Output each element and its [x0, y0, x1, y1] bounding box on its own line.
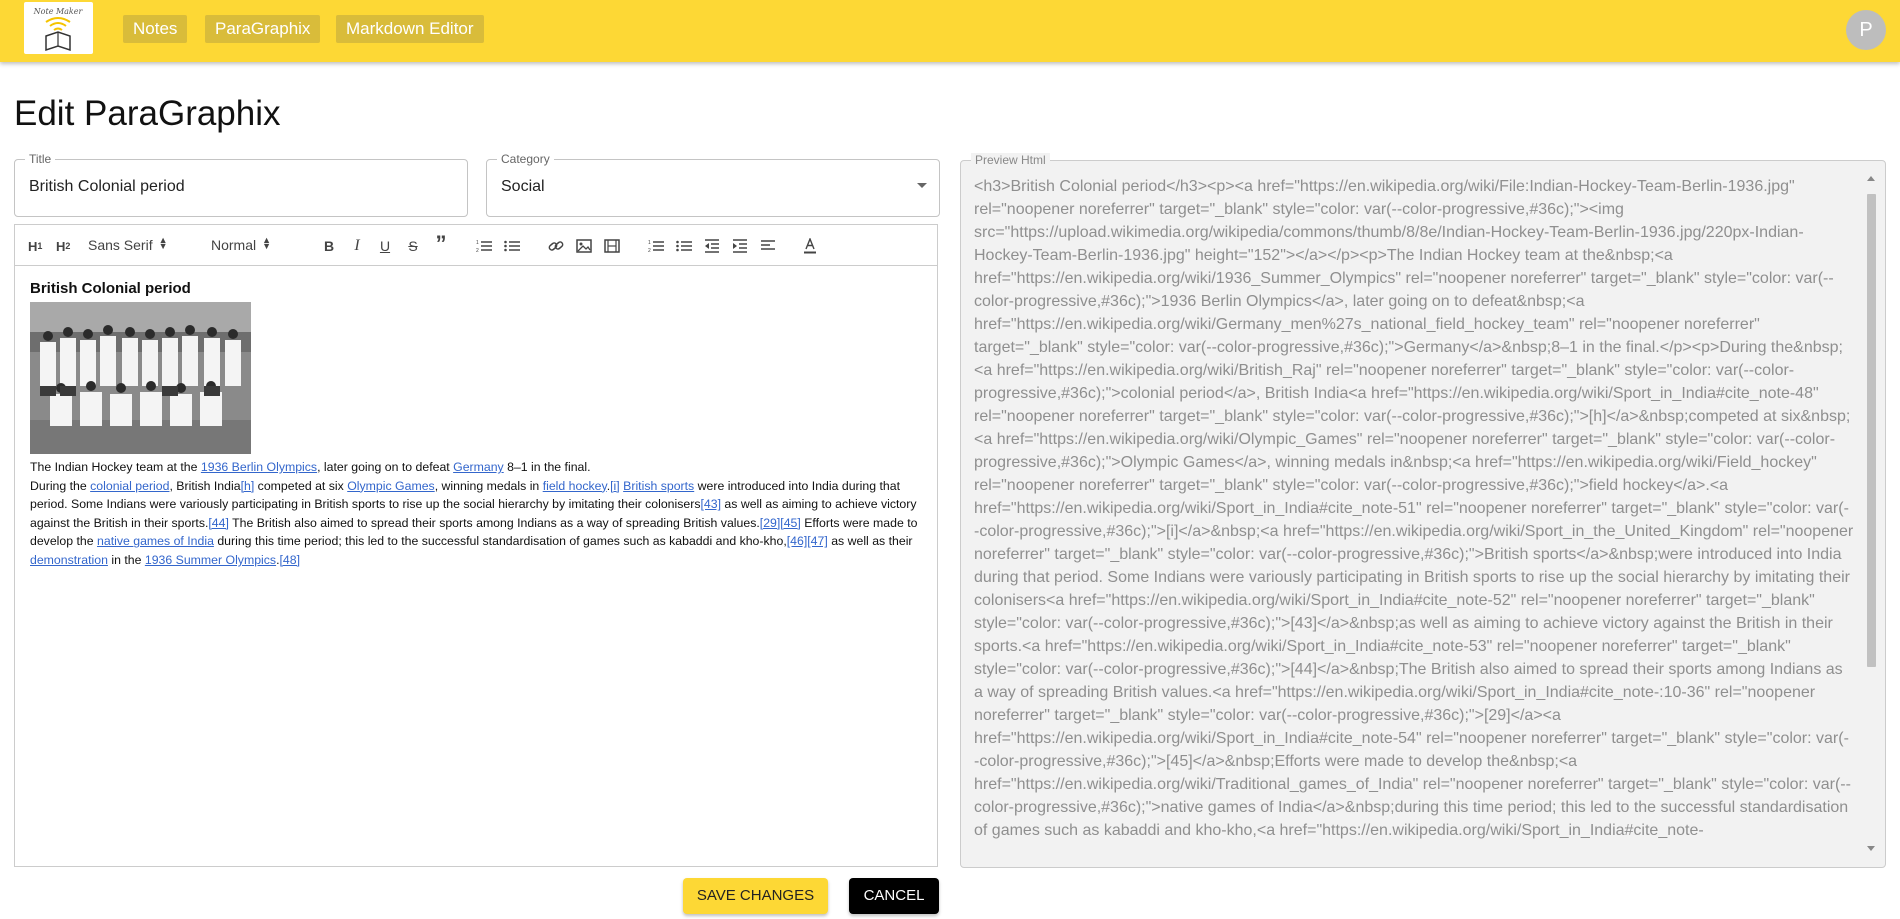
- link-british-sports[interactable]: British sports: [623, 479, 694, 493]
- link-native-games[interactable]: native games of India: [97, 534, 214, 548]
- preview-html-label: Preview Html: [971, 153, 1050, 167]
- svg-text:1: 1: [648, 240, 651, 246]
- underline-icon[interactable]: U: [377, 237, 393, 255]
- cite-link[interactable]: [46]: [787, 534, 808, 548]
- link-1936-berlin-olympics[interactable]: 1936 Berlin Olympics: [201, 460, 317, 474]
- title-field-label: Title: [25, 152, 56, 166]
- indent-increase-icon[interactable]: [731, 237, 749, 255]
- preview-html-text[interactable]: <h3>British Colonial period</h3><p><a hr…: [974, 175, 1854, 855]
- svg-text:1: 1: [476, 240, 479, 246]
- cite-link[interactable]: [i]: [610, 479, 620, 493]
- bullet-list-icon[interactable]: [675, 237, 693, 255]
- hockey-team-photo[interactable]: [30, 302, 251, 454]
- blockquote-icon[interactable]: ”: [433, 231, 449, 256]
- rich-text-editor: H1 H2 Sans Serif ▲ ▼ Normal ▲ ▼ B I U S ” 12…: [14, 224, 938, 867]
- nav-paragraphix-button[interactable]: ParaGraphix: [205, 15, 321, 43]
- title-input[interactable]: British Colonial period: [29, 178, 185, 196]
- page-title: Edit ParaGraphix: [14, 94, 281, 133]
- font-family-value: Sans Serif: [88, 237, 153, 253]
- link-1936-summer-olympics[interactable]: 1936 Summer Olympics: [145, 553, 276, 567]
- link-demonstration[interactable]: demonstration: [30, 553, 108, 567]
- link-colonial-period[interactable]: colonial period: [90, 479, 169, 493]
- content-paragraph: During the colonial period, British Indi…: [30, 478, 918, 567]
- category-select[interactable]: Category Social: [486, 152, 940, 217]
- italic-icon[interactable]: I: [349, 237, 365, 255]
- font-size-select[interactable]: Normal ▲ ▼: [211, 235, 272, 254]
- heading-1-button[interactable]: H1: [28, 237, 42, 255]
- cite-link[interactable]: [h]: [241, 479, 255, 493]
- link-field-hockey[interactable]: field hockey: [543, 479, 607, 493]
- ordered-list-icon[interactable]: 12: [475, 237, 493, 255]
- cite-link[interactable]: [29]: [760, 516, 781, 530]
- svg-text:2: 2: [476, 248, 479, 253]
- font-size-value: Normal: [211, 237, 257, 253]
- nav-markdown-editor-button[interactable]: Markdown Editor: [336, 15, 484, 43]
- nav-notes-button[interactable]: Notes: [123, 15, 188, 43]
- image-icon[interactable]: [575, 237, 593, 255]
- bold-icon[interactable]: B: [321, 237, 337, 255]
- indent-decrease-icon[interactable]: [703, 237, 721, 255]
- photo-caption: The Indian Hockey team at the 1936 Berli…: [30, 460, 591, 474]
- bullet-list-icon[interactable]: [503, 237, 521, 255]
- category-value: Social: [501, 178, 545, 195]
- dropdown-arrow-icon[interactable]: [917, 183, 927, 188]
- heading-2-button[interactable]: H2: [56, 237, 70, 255]
- cite-link[interactable]: [44]: [208, 516, 229, 530]
- link-olympic-games[interactable]: Olympic Games: [347, 479, 434, 493]
- scrollbar-thumb[interactable]: [1867, 194, 1876, 667]
- cite-link[interactable]: [48]: [280, 553, 301, 567]
- scroll-down-icon[interactable]: [1867, 846, 1875, 851]
- link-germany[interactable]: Germany: [453, 460, 504, 474]
- scrollbar[interactable]: [1867, 184, 1876, 854]
- svg-text:2: 2: [648, 248, 651, 253]
- updown-icon: ▲ ▼: [158, 235, 168, 251]
- logo-text: Note Maker: [33, 7, 84, 16]
- text-color-icon[interactable]: [801, 237, 819, 255]
- top-app-bar: Note Maker Notes ParaGraphix Markdown Ed…: [0, 0, 1900, 62]
- preview-html-field[interactable]: Preview Html <h3>British Colonial period…: [960, 153, 1886, 868]
- video-icon[interactable]: [603, 237, 621, 255]
- cancel-button[interactable]: Cancel: [849, 878, 939, 914]
- updown-icon: ▲ ▼: [262, 235, 272, 251]
- strike-icon[interactable]: S: [405, 237, 421, 255]
- cite-link[interactable]: [43]: [701, 497, 722, 511]
- font-family-select[interactable]: Sans Serif ▲ ▼: [88, 235, 168, 254]
- scroll-up-icon[interactable]: [1867, 176, 1875, 181]
- editor-content[interactable]: British Colonial period The Indian Hocke…: [30, 280, 930, 570]
- align-left-icon[interactable]: [759, 237, 777, 255]
- ordered-list-icon[interactable]: 12: [647, 237, 665, 255]
- category-field-label: Category: [497, 152, 554, 166]
- save-changes-button[interactable]: Save Changes: [683, 878, 828, 914]
- cite-link[interactable]: [47]: [807, 534, 828, 548]
- app-logo[interactable]: Note Maker: [24, 2, 93, 54]
- link-icon[interactable]: [547, 237, 565, 255]
- content-heading: British Colonial period: [30, 280, 191, 297]
- user-avatar[interactable]: P: [1846, 10, 1886, 50]
- title-field[interactable]: Title British Colonial period: [14, 152, 468, 217]
- editor-toolbar: H1 H2 Sans Serif ▲ ▼ Normal ▲ ▼ B I U S ” 12…: [15, 225, 937, 266]
- cite-link[interactable]: [45]: [780, 516, 801, 530]
